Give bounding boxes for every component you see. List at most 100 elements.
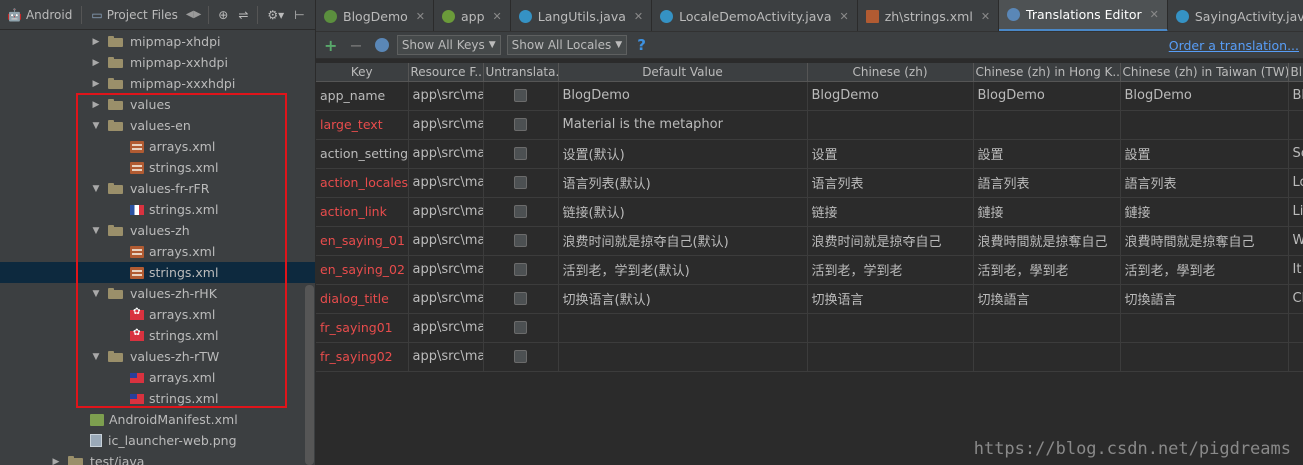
extra-locale-cell[interactable]: Lir xyxy=(1288,197,1303,227)
tree-item[interactable]: ▶ mipmap-xxxhdpi xyxy=(0,73,315,94)
resource-folder-cell[interactable]: app\src\mai xyxy=(408,168,484,198)
key-cell[interactable]: en_saying_02 xyxy=(316,255,409,285)
untranslatable-checkbox[interactable] xyxy=(514,263,527,276)
untranslatable-cell[interactable] xyxy=(483,226,559,256)
tree-item[interactable]: arrays.xml xyxy=(0,367,315,388)
collapsed-arrow-icon[interactable]: ▶ xyxy=(90,100,102,110)
table-row[interactable]: action_linkapp\src\mai链接(默认)链接鏈接鏈接Lir xyxy=(316,197,1303,227)
chinese-value-cell[interactable]: 切换语言 xyxy=(807,284,974,314)
column-header[interactable]: Chinese (zh) in Hong K... xyxy=(973,63,1121,82)
column-header[interactable]: Key xyxy=(316,63,409,82)
editor-tab[interactable]: app ✕ xyxy=(434,0,511,31)
close-tab-icon[interactable]: ✕ xyxy=(981,10,990,23)
key-cell[interactable]: large_text xyxy=(316,110,409,140)
chinese-tw-value-cell[interactable]: 浪費時間就是掠奪自己 xyxy=(1120,226,1289,256)
expanded-arrow-icon[interactable]: ▼ xyxy=(90,352,102,362)
editor-tab[interactable]: LocaleDemoActivity.java ✕ xyxy=(652,0,858,31)
untranslatable-checkbox[interactable] xyxy=(514,205,527,218)
chinese-value-cell[interactable]: 设置 xyxy=(807,139,974,169)
tree-item[interactable]: arrays.xml xyxy=(0,241,315,262)
tree-item[interactable]: ▶ test/java xyxy=(0,451,315,465)
tree-item[interactable]: strings.xml xyxy=(0,388,315,409)
tree-item[interactable]: ▼ values-zh xyxy=(0,220,315,241)
tree-item[interactable]: strings.xml xyxy=(0,199,315,220)
editor-tab[interactable]: zh\strings.xml ✕ xyxy=(858,0,1000,31)
resource-folder-cell[interactable]: app\src\mai xyxy=(408,255,484,285)
add-key-icon[interactable]: + xyxy=(324,36,337,55)
tree-item[interactable]: ic_launcher-web.png xyxy=(0,430,315,451)
chinese-value-cell[interactable]: 语言列表 xyxy=(807,168,974,198)
column-header[interactable]: Chinese (zh) in Taiwan (TW) xyxy=(1120,63,1289,82)
table-row[interactable]: dialog_title app\src\mai 切换语言(默认) 切换语言 切換語言切… xyxy=(316,284,1303,314)
untranslatable-checkbox[interactable] xyxy=(514,118,527,131)
tree-item[interactable]: ▼ values-fr-rFR xyxy=(0,178,315,199)
chinese-hk-value-cell[interactable]: 切換語言 xyxy=(973,284,1121,314)
chinese-tw-value-cell[interactable]: 鏈接 xyxy=(1120,197,1289,227)
gear-icon[interactable]: ⚙▾ xyxy=(262,0,289,30)
hide-icon[interactable]: ⊢ xyxy=(289,0,309,30)
extra-locale-cell[interactable] xyxy=(1288,110,1303,140)
chinese-hk-value-cell[interactable]: 活到老，學到老 xyxy=(973,255,1121,285)
table-row[interactable]: fr_saying02 app\src\mai xyxy=(316,342,1303,372)
untranslatable-cell[interactable] xyxy=(483,255,559,285)
table-row[interactable]: fr_saying01 app\src\mai xyxy=(316,313,1303,343)
tree-item[interactable]: ▶ values xyxy=(0,94,315,115)
locales-filter-dropdown[interactable]: Show All Locales ▼ xyxy=(506,35,628,55)
untranslatable-cell[interactable] xyxy=(483,139,559,169)
close-tab-icon[interactable]: ✕ xyxy=(634,10,643,23)
column-header[interactable]: Untranslata... xyxy=(483,63,559,82)
table-row[interactable]: large_text app\src\mai Material is the met… xyxy=(316,110,1303,140)
chinese-tw-value-cell[interactable]: 活到老，學到老 xyxy=(1120,255,1289,285)
tree-item[interactable]: ▼ values-en xyxy=(0,115,315,136)
extra-locale-cell[interactable]: W xyxy=(1288,226,1303,256)
key-cell[interactable]: app_name xyxy=(316,81,409,111)
expanded-arrow-icon[interactable]: ▼ xyxy=(90,184,102,194)
key-cell[interactable]: dialog_title xyxy=(316,284,409,314)
resource-folder-cell[interactable]: app\src\mai xyxy=(408,342,484,372)
tree-item[interactable]: ▶ mipmap-xhdpi xyxy=(0,31,315,52)
default-value-cell[interactable] xyxy=(558,313,808,343)
chinese-tw-value-cell[interactable]: 設置 xyxy=(1120,139,1289,169)
close-tab-icon[interactable]: ✕ xyxy=(1150,8,1159,21)
key-cell[interactable]: action_settings xyxy=(316,139,409,169)
tree-item[interactable]: ▼ values-zh-rTW xyxy=(0,346,315,367)
chinese-hk-value-cell[interactable] xyxy=(973,313,1121,343)
collapsed-arrow-icon[interactable]: ▶ xyxy=(90,58,102,68)
column-header[interactable]: Default Value xyxy=(558,63,808,82)
editor-tab[interactable]: LangUtils.java ✕ xyxy=(511,0,653,31)
extra-locale-cell[interactable]: Se xyxy=(1288,139,1303,169)
resource-folder-cell[interactable]: app\src\mai xyxy=(408,81,484,111)
resource-folder-cell[interactable]: app\src\mai xyxy=(408,110,484,140)
extra-locale-cell[interactable]: Ch xyxy=(1288,284,1303,314)
resource-folder-cell[interactable]: app\src\mai xyxy=(408,313,484,343)
untranslatable-cell[interactable] xyxy=(483,81,559,111)
editor-tab[interactable]: Translations Editor ✕ xyxy=(999,0,1168,31)
chinese-hk-value-cell[interactable] xyxy=(973,342,1121,372)
chinese-hk-value-cell[interactable]: 設置 xyxy=(973,139,1121,169)
table-row[interactable]: action_locales app\src\mai 语言列表(默认) 语言列表 語言列… xyxy=(316,168,1303,198)
collapsed-arrow-icon[interactable]: ▶ xyxy=(50,457,62,465)
remove-key-icon[interactable]: − xyxy=(349,36,362,55)
tree-item[interactable]: strings.xml xyxy=(0,262,315,283)
expanded-arrow-icon[interactable]: ▼ xyxy=(90,121,102,131)
untranslatable-cell[interactable] xyxy=(483,168,559,198)
default-value-cell[interactable]: 设置(默认) xyxy=(558,139,808,169)
scroll-tabs-arrows[interactable]: ◀▶ xyxy=(183,0,204,30)
extra-locale-cell[interactable] xyxy=(1288,342,1303,372)
chinese-value-cell[interactable]: 浪费时间就是掠夺自己 xyxy=(807,226,974,256)
key-cell[interactable]: en_saying_01 xyxy=(316,226,409,256)
resource-folder-cell[interactable]: app\src\mai xyxy=(408,284,484,314)
chinese-hk-value-cell[interactable]: BlogDemo xyxy=(973,81,1121,111)
resource-folder-cell[interactable]: app\src\mai xyxy=(408,139,484,169)
default-value-cell[interactable]: Material is the metaphor xyxy=(558,110,808,140)
tree-item[interactable]: strings.xml xyxy=(0,325,315,346)
chinese-value-cell[interactable]: 活到老，学到老 xyxy=(807,255,974,285)
add-locale-globe-icon[interactable] xyxy=(374,38,389,52)
expanded-arrow-icon[interactable]: ▼ xyxy=(90,289,102,299)
close-tab-icon[interactable]: ✕ xyxy=(839,10,848,23)
chinese-tw-value-cell[interactable] xyxy=(1120,313,1289,343)
untranslatable-checkbox[interactable] xyxy=(514,89,527,102)
extra-locale-cell[interactable] xyxy=(1288,313,1303,343)
chinese-hk-value-cell[interactable]: 浪費時間就是掠奪自己 xyxy=(973,226,1121,256)
chinese-tw-value-cell[interactable] xyxy=(1120,110,1289,140)
